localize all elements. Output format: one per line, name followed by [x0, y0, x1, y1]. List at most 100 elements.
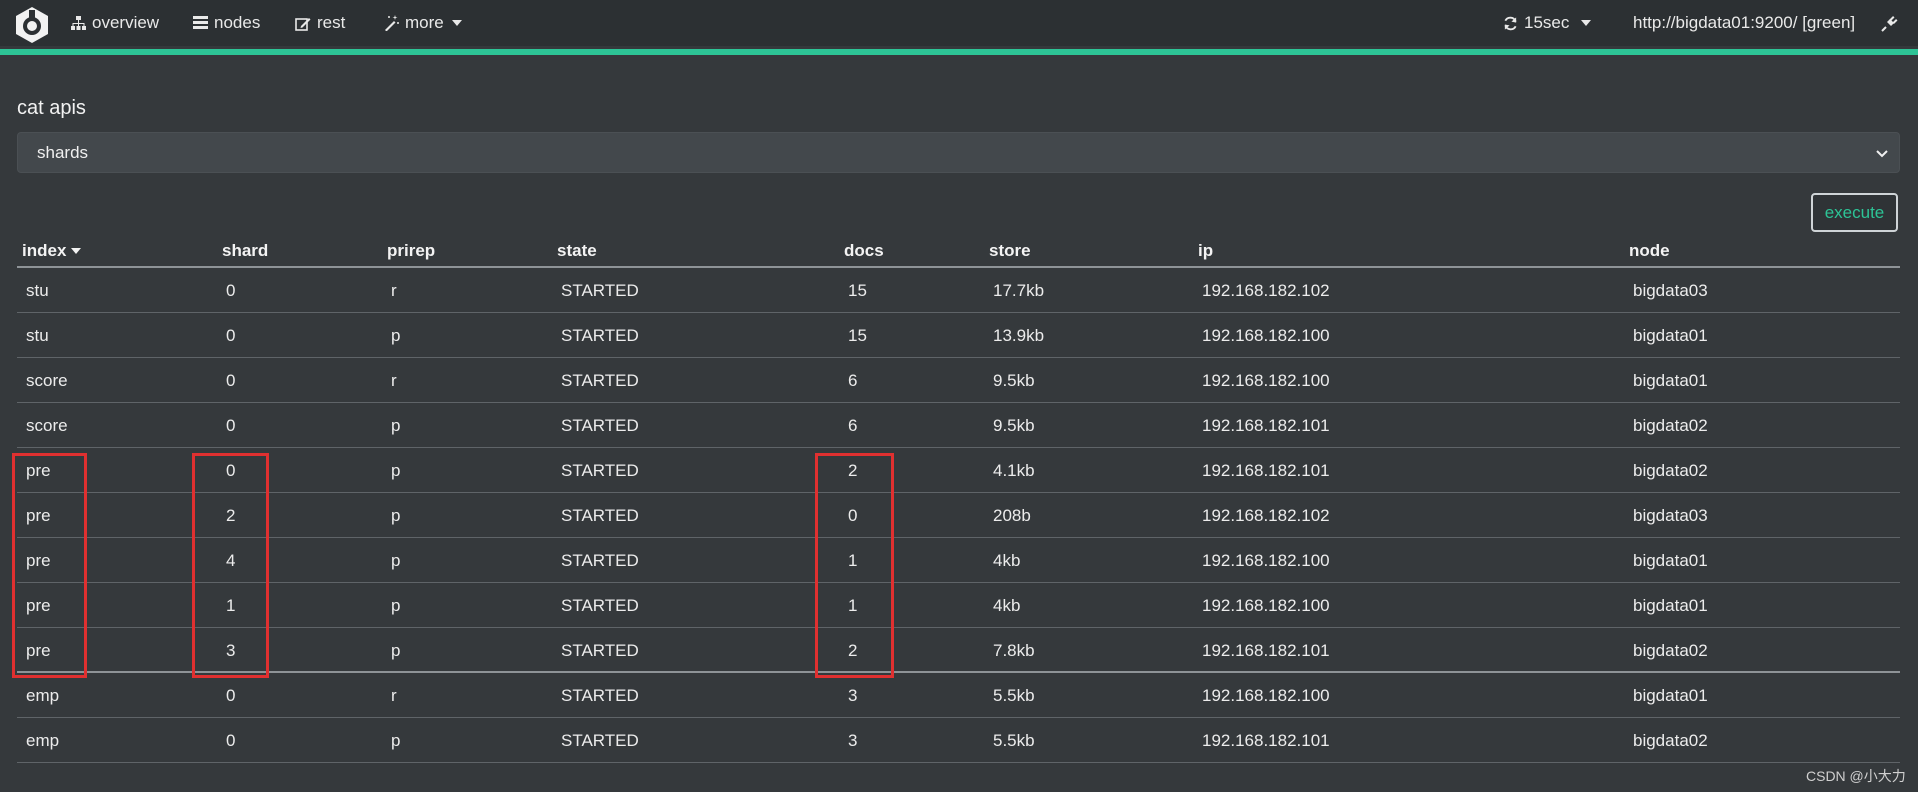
cell-shard: 0 [226, 416, 236, 435]
cell-docs: 15 [848, 281, 867, 300]
cell-store: 17.7kb [993, 281, 1045, 300]
cell-store: 5.5kb [993, 686, 1035, 705]
column-header-node[interactable]: node [1629, 241, 1670, 261]
cell-store: 4kb [993, 596, 1021, 615]
cell-state: STARTED [561, 371, 639, 390]
cell-prirep: r [391, 686, 397, 705]
list-icon [193, 16, 208, 29]
refresh-interval-dropdown[interactable]: 15sec [1503, 12, 1592, 34]
highlight-box-shard [192, 453, 269, 678]
sitemap-icon [71, 16, 86, 30]
cell-shard: 0 [226, 731, 236, 750]
cell-node: bigdata01 [1633, 326, 1708, 345]
cell-docs: 6 [848, 416, 858, 435]
cat-api-select[interactable]: shards [17, 132, 1900, 173]
column-header-state[interactable]: state [557, 241, 597, 261]
highlight-box-docs [815, 453, 894, 678]
table-row: score 0 p STARTED 6 9.5kb 192.168.182.101 bigda… [17, 403, 1900, 448]
table-body: stu 0 r STARTED 15 17.7kb 192.168.182.102 bigda… [17, 268, 1900, 763]
nav-overview-label: overview [92, 13, 160, 32]
cell-shard: 0 [226, 281, 236, 300]
table-row: pre 0 p STARTED 2 4.1kb 192.168.182.101 bigdata… [17, 448, 1900, 493]
cell-docs: 3 [848, 686, 858, 705]
refresh-icon [1504, 16, 1517, 30]
cell-index: score [26, 416, 68, 435]
navbar-accent-line [0, 49, 1918, 55]
sort-desc-icon [71, 248, 82, 254]
table-row: stu 0 p STARTED 15 13.9kb 192.168.182.100 bigda… [17, 313, 1900, 358]
cell-ip: 192.168.182.102 [1202, 281, 1330, 300]
table-row: pre 4 p STARTED 1 4kb 192.168.182.100 bigdata01 [17, 538, 1900, 583]
page-title: cat apis [17, 97, 86, 119]
table-row: pre 1 p STARTED 1 4kb 192.168.182.100 bigdata01 [17, 583, 1900, 628]
chevron-down-icon [1876, 150, 1888, 158]
nav-nodes[interactable]: nodes [193, 12, 260, 34]
cell-node: bigdata03 [1633, 281, 1708, 300]
nav-overview[interactable]: overview [71, 12, 159, 34]
cell-ip: 192.168.182.100 [1202, 551, 1330, 570]
chevron-down-icon [1581, 20, 1592, 26]
cell-index: score [26, 371, 68, 390]
top-navbar: overview nodes rest more 15sec http://bi… [0, 0, 1918, 46]
cell-state: STARTED [561, 551, 639, 570]
column-header-store[interactable]: store [989, 241, 1031, 261]
cell-node: bigdata02 [1633, 416, 1708, 435]
cell-prirep: p [391, 596, 401, 615]
column-header-docs[interactable]: docs [844, 241, 884, 261]
cell-state: STARTED [561, 596, 639, 615]
execute-button[interactable]: execute [1811, 193, 1898, 232]
cell-state: STARTED [561, 506, 639, 525]
cell-ip: 192.168.182.100 [1202, 686, 1330, 705]
cell-ip: 192.168.182.100 [1202, 596, 1330, 615]
nav-more-dropdown[interactable]: more [383, 12, 462, 34]
elasticsearch-head-logo-icon[interactable] [14, 6, 50, 44]
cell-ip: 192.168.182.101 [1202, 416, 1330, 435]
cell-store: 4kb [993, 551, 1021, 570]
column-header-prirep[interactable]: prirep [387, 241, 435, 261]
cell-prirep: p [391, 416, 401, 435]
cell-store: 9.5kb [993, 371, 1035, 390]
cell-prirep: p [391, 461, 401, 480]
table-row: emp 0 p STARTED 3 5.5kb 192.168.182.101 bigdata… [17, 718, 1900, 763]
cell-store: 208b [993, 506, 1031, 525]
shards-table: index shard prirep state docs store ip n… [17, 236, 1900, 763]
cell-store: 5.5kb [993, 731, 1035, 750]
cell-index: stu [26, 326, 49, 345]
cell-state: STARTED [561, 416, 639, 435]
cell-prirep: p [391, 551, 401, 570]
column-header-label: index [22, 241, 67, 260]
cell-prirep: p [391, 506, 401, 525]
cell-docs: 15 [848, 326, 867, 345]
table-row: pre 2 p STARTED 0 208b 192.168.182.102 bigdata0… [17, 493, 1900, 538]
cell-prirep: p [391, 641, 401, 660]
plug-icon-button[interactable] [1881, 12, 1904, 34]
table-header: index shard prirep state docs store ip n… [17, 236, 1900, 268]
cell-index: emp [26, 686, 60, 705]
column-header-shard[interactable]: shard [222, 241, 268, 261]
cell-state: STARTED [561, 686, 639, 705]
cell-store: 4.1kb [993, 461, 1035, 480]
refresh-interval-label: 15sec [1524, 13, 1570, 32]
cell-node: bigdata02 [1633, 731, 1708, 750]
cell-state: STARTED [561, 641, 639, 660]
nav-rest-label: rest [317, 13, 346, 32]
watermark-text: CSDN @小大力 [1806, 768, 1906, 784]
cluster-connection-label[interactable]: http://bigdata01:9200/ [green] [1633, 12, 1855, 34]
nav-more-label: more [405, 13, 444, 32]
magic-wand-icon [385, 15, 399, 31]
cell-ip: 192.168.182.101 [1202, 641, 1330, 660]
edit-icon [295, 17, 311, 31]
cell-ip: 192.168.182.100 [1202, 326, 1330, 345]
nav-rest[interactable]: rest [295, 12, 345, 34]
column-header-index[interactable]: index [22, 241, 82, 261]
cell-ip: 192.168.182.102 [1202, 506, 1330, 525]
table-row: stu 0 r STARTED 15 17.7kb 192.168.182.102 bigda… [17, 268, 1900, 313]
cell-node: bigdata01 [1633, 551, 1708, 570]
cell-prirep: r [391, 281, 397, 300]
cell-ip: 192.168.182.100 [1202, 371, 1330, 390]
column-header-ip[interactable]: ip [1198, 241, 1213, 261]
cluster-url-status: http://bigdata01:9200/ [green] [1633, 13, 1856, 32]
cell-store: 9.5kb [993, 416, 1035, 435]
cell-docs: 6 [848, 371, 858, 390]
cell-node: bigdata03 [1633, 506, 1708, 525]
